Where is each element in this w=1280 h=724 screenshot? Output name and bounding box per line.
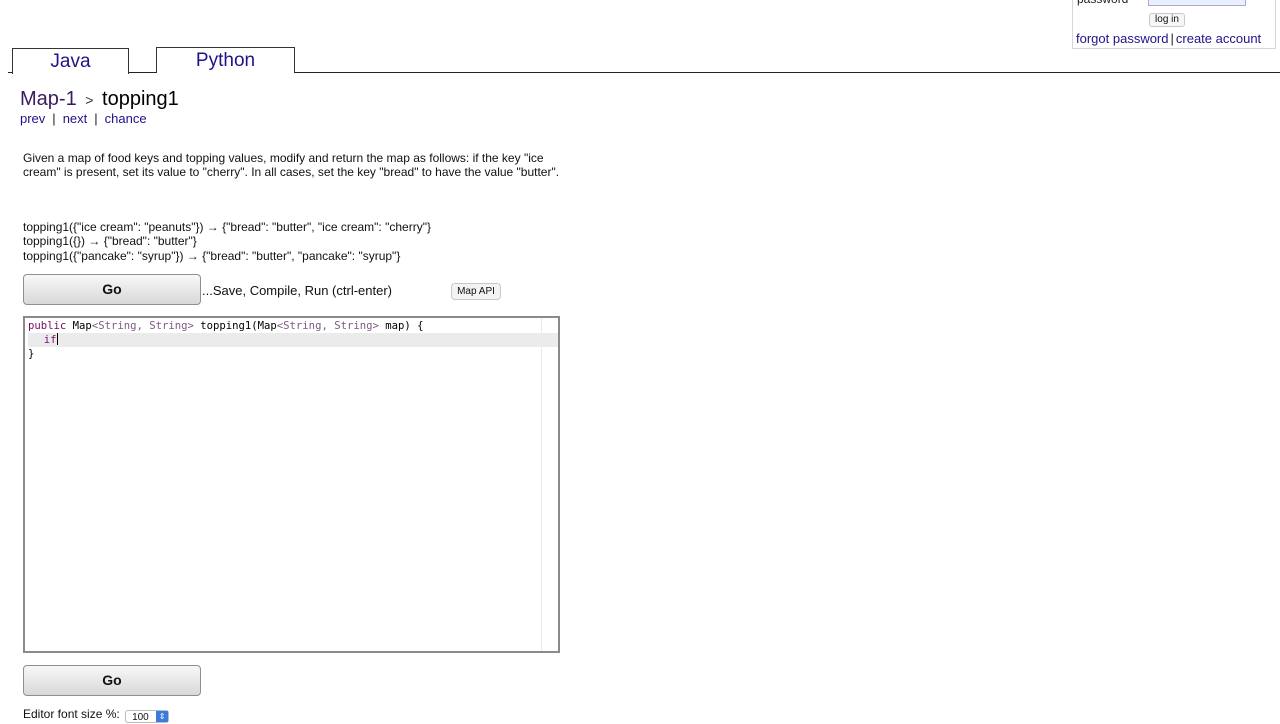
page-title: topping1 bbox=[102, 88, 179, 110]
code-text: map) { bbox=[378, 320, 424, 332]
code-generic: <String, String> bbox=[276, 320, 379, 332]
code-line: } bbox=[28, 348, 35, 360]
font-size-select[interactable]: 100 ⇕ bbox=[125, 710, 170, 723]
go-button-bottom[interactable]: Go bbox=[23, 665, 201, 696]
go-button[interactable]: Go bbox=[23, 274, 201, 305]
tab-java[interactable]: Java bbox=[12, 48, 129, 74]
tab-python[interactable]: Python bbox=[156, 47, 295, 73]
problem-description: Given a map of food keys and topping val… bbox=[23, 151, 560, 180]
example-line: topping1({"ice cream": "peanuts"}) → {"b… bbox=[23, 220, 431, 234]
separator: | bbox=[1170, 31, 1174, 46]
prev-link[interactable]: prev bbox=[20, 111, 45, 126]
code-line: public Map<String, String> topping1(Map<… bbox=[28, 319, 424, 333]
examples-list: topping1({"ice cream": "peanuts"}) → {"b… bbox=[23, 220, 431, 263]
login-button[interactable]: log in bbox=[1149, 13, 1185, 27]
map-api-button[interactable]: Map API bbox=[451, 283, 501, 300]
code-type: Map bbox=[257, 320, 277, 332]
code-text: topping1( bbox=[193, 320, 258, 332]
font-size-value: 100 bbox=[132, 712, 149, 723]
separator: | bbox=[94, 111, 98, 126]
code-generic: <String, String> bbox=[91, 320, 194, 332]
go-hint-text: ...Save, Compile, Run (ctrl-enter) bbox=[202, 283, 393, 298]
create-account-link[interactable]: create account bbox=[1176, 31, 1261, 46]
text-cursor bbox=[56, 333, 58, 345]
breadcrumb-section-link[interactable]: Map-1 bbox=[20, 88, 77, 110]
problem-nav: prev | next | chance bbox=[20, 111, 147, 126]
code-keyword: if bbox=[31, 334, 57, 346]
password-field[interactable]: •••••••• bbox=[1148, 0, 1246, 6]
breadcrumb: Map-1 > topping1 bbox=[20, 88, 179, 111]
breadcrumb-arrow: > bbox=[85, 92, 94, 108]
login-box: password •••••••• log in forgot password… bbox=[1072, 0, 1276, 49]
select-arrows-icon: ⇕ bbox=[156, 711, 169, 722]
code-editor[interactable]: public Map<String, String> topping1(Map<… bbox=[23, 316, 560, 653]
print-margin bbox=[541, 318, 542, 651]
code-keyword: public bbox=[28, 320, 67, 332]
example-line: topping1({}) → {"bread": "butter"} bbox=[23, 234, 197, 249]
code-type: Map bbox=[72, 320, 92, 332]
separator: | bbox=[52, 111, 56, 126]
forgot-password-link[interactable]: forgot password bbox=[1076, 31, 1169, 46]
chance-link[interactable]: chance bbox=[105, 111, 147, 126]
example-line: topping1({"pancake": "syrup"}) → {"bread… bbox=[23, 248, 401, 263]
font-size-label: Editor font size %: bbox=[23, 707, 120, 721]
password-label: password bbox=[1077, 0, 1128, 6]
editor-font-size: Editor font size %: 100 ⇕ bbox=[23, 707, 170, 723]
code-line-active: if bbox=[28, 333, 558, 347]
next-link[interactable]: next bbox=[63, 111, 88, 126]
account-links: forgot password | create account bbox=[1076, 31, 1261, 46]
